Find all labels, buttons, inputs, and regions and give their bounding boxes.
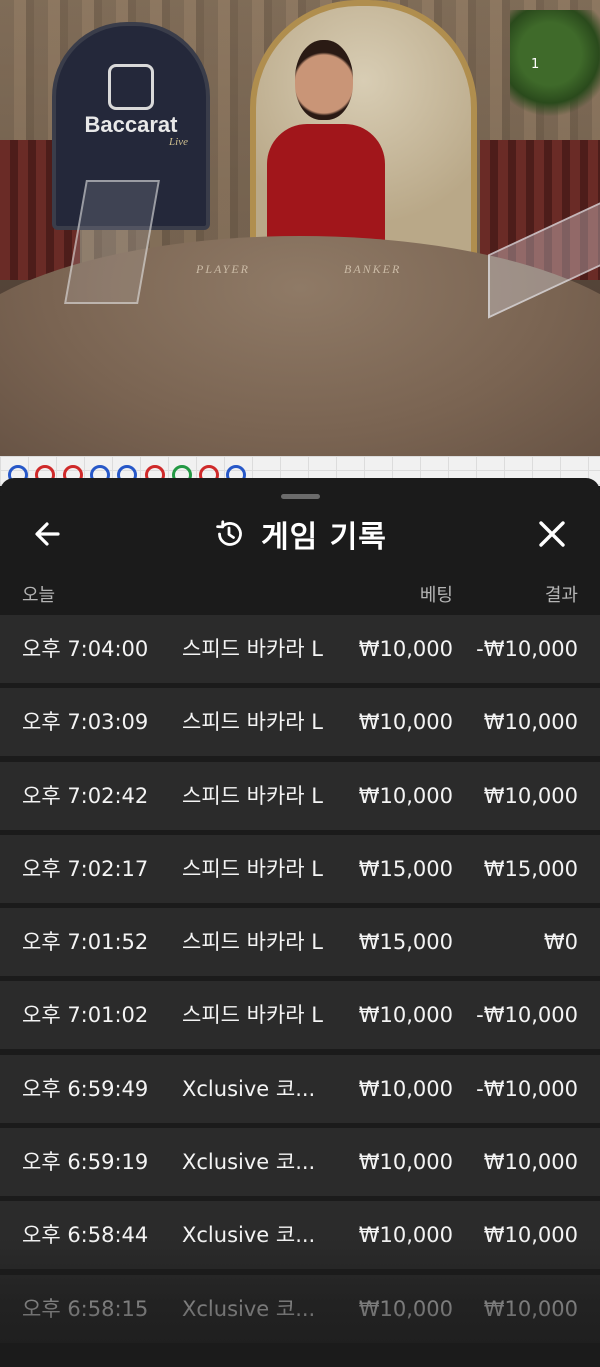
- row-game-name: 스피드 바카라 L: [182, 710, 323, 735]
- history-row[interactable]: 오후 7:01:52 스피드 바카라 L ₩15,000 ₩0: [0, 908, 600, 977]
- row-time: 오후 7:04:00: [22, 637, 149, 661]
- row-result-amount: ₩0: [543, 930, 578, 955]
- history-row[interactable]: 오후 7:02:17 스피드 바카라 L ₩15,000 ₩15,000: [0, 834, 600, 903]
- close-button[interactable]: [530, 512, 574, 556]
- row-bet-amount: ₩10,000: [358, 1076, 453, 1101]
- history-row[interactable]: 오후 6:58:44 Xclusive 코... ₩10,000 ₩10,000: [0, 1201, 600, 1270]
- baccarat-logo-icon: [108, 64, 154, 110]
- row-result-amount: -₩10,000: [476, 1003, 578, 1028]
- bet-column-header: 베팅: [419, 585, 453, 606]
- dealer-head: [295, 40, 353, 120]
- row-game-name: 스피드 바카라 L: [182, 856, 323, 881]
- row-bet-amount: ₩10,000: [358, 1223, 453, 1248]
- history-row[interactable]: 오후 6:59:49 Xclusive 코... ₩10,000 -₩10,000: [0, 1054, 600, 1123]
- row-result-amount: ₩10,000: [483, 783, 578, 808]
- viewer-count: 1: [531, 57, 540, 72]
- row-result-amount: -₩10,000: [476, 637, 578, 661]
- row-result-amount: ₩10,000: [483, 1296, 578, 1321]
- row-bet-amount: ₩10,000: [358, 637, 453, 661]
- row-bet-amount: ₩10,000: [358, 1150, 453, 1175]
- row-time: 오후 7:01:02: [22, 1003, 149, 1028]
- row-time: 오후 7:02:17: [22, 856, 149, 881]
- row-game-name: 스피드 바카라 L: [182, 1003, 323, 1028]
- row-time: 오후 7:01:52: [22, 930, 149, 955]
- row-bet-amount: ₩10,000: [358, 783, 453, 808]
- result-column-header: 결과: [544, 585, 578, 606]
- row-bet-amount: ₩10,000: [358, 1296, 453, 1321]
- history-clock-icon: [216, 520, 242, 546]
- row-time: 오후 6:59:19: [22, 1150, 149, 1175]
- sheet-header: 게임 기록: [0, 512, 600, 556]
- row-game-name: 스피드 바카라 L: [182, 783, 323, 808]
- row-result-amount: ₩10,000: [483, 710, 578, 735]
- player-area-label: PLAYER: [196, 262, 251, 276]
- sheet-title: 게임 기록: [261, 520, 387, 555]
- row-result-amount: ₩10,000: [483, 1150, 578, 1175]
- sheet-drag-handle[interactable]: [281, 494, 320, 499]
- row-game-name: Xclusive 코...: [182, 1150, 316, 1175]
- history-row[interactable]: 오후 6:58:15 Xclusive 코... ₩10,000 ₩10,000: [0, 1274, 600, 1343]
- row-time: 오후 7:03:09: [22, 710, 149, 735]
- row-time: 오후 7:02:42: [22, 783, 149, 808]
- row-game-name: 스피드 바카라 L: [182, 930, 323, 955]
- row-result-amount: ₩10,000: [483, 1223, 578, 1248]
- history-row[interactable]: 오후 7:01:02 스피드 바카라 L ₩10,000 -₩10,000: [0, 981, 600, 1050]
- row-bet-amount: ₩10,000: [358, 710, 453, 735]
- history-row[interactable]: 오후 7:03:09 스피드 바카라 L ₩10,000 ₩10,000: [0, 688, 600, 757]
- plant-decoration: [510, 10, 600, 120]
- history-row[interactable]: 오후 6:59:19 Xclusive 코... ₩10,000 ₩10,000: [0, 1128, 600, 1197]
- date-group-header: 오늘: [22, 585, 56, 606]
- row-result-amount: -₩10,000: [476, 1076, 578, 1101]
- dealer-body: [267, 124, 385, 254]
- history-row[interactable]: 오후 7:02:42 스피드 바카라 L ₩10,000 ₩10,000: [0, 761, 600, 830]
- live-video-stream[interactable]: Baccarat Live PLAYER BANKER 1: [0, 0, 600, 456]
- row-game-name: Xclusive 코...: [182, 1076, 316, 1101]
- row-time: 오후 6:58:44: [22, 1223, 149, 1248]
- baccarat-logo-text: Baccarat: [84, 112, 178, 137]
- row-game-name: Xclusive 코...: [182, 1223, 316, 1248]
- row-time: 오후 6:58:15: [22, 1296, 149, 1321]
- row-result-amount: ₩15,000: [483, 856, 578, 881]
- history-list: 오후 7:04:00 스피드 바카라 L ₩10,000 -₩10,000 오후 7:0…: [0, 615, 600, 1348]
- row-bet-amount: ₩15,000: [358, 856, 453, 881]
- banker-area-label: BANKER: [344, 262, 402, 276]
- close-x-icon: [539, 521, 565, 547]
- baccarat-logo-subtext: Live: [169, 136, 188, 148]
- row-time: 오후 6:59:49: [22, 1076, 149, 1101]
- row-bet-amount: ₩15,000: [358, 930, 453, 955]
- dealer: [255, 38, 395, 258]
- row-game-name: Xclusive 코...: [182, 1296, 316, 1321]
- row-game-name: 스피드 바카라 L: [182, 637, 323, 661]
- game-history-sheet: 게임 기록 오늘 베팅 결과 오후 7:04:00 스피드 바카라 L ₩10,00…: [0, 478, 600, 1367]
- row-bet-amount: ₩10,000: [358, 1003, 453, 1028]
- history-row[interactable]: 오후 7:04:00 스피드 바카라 L ₩10,000 -₩10,000: [0, 615, 600, 683]
